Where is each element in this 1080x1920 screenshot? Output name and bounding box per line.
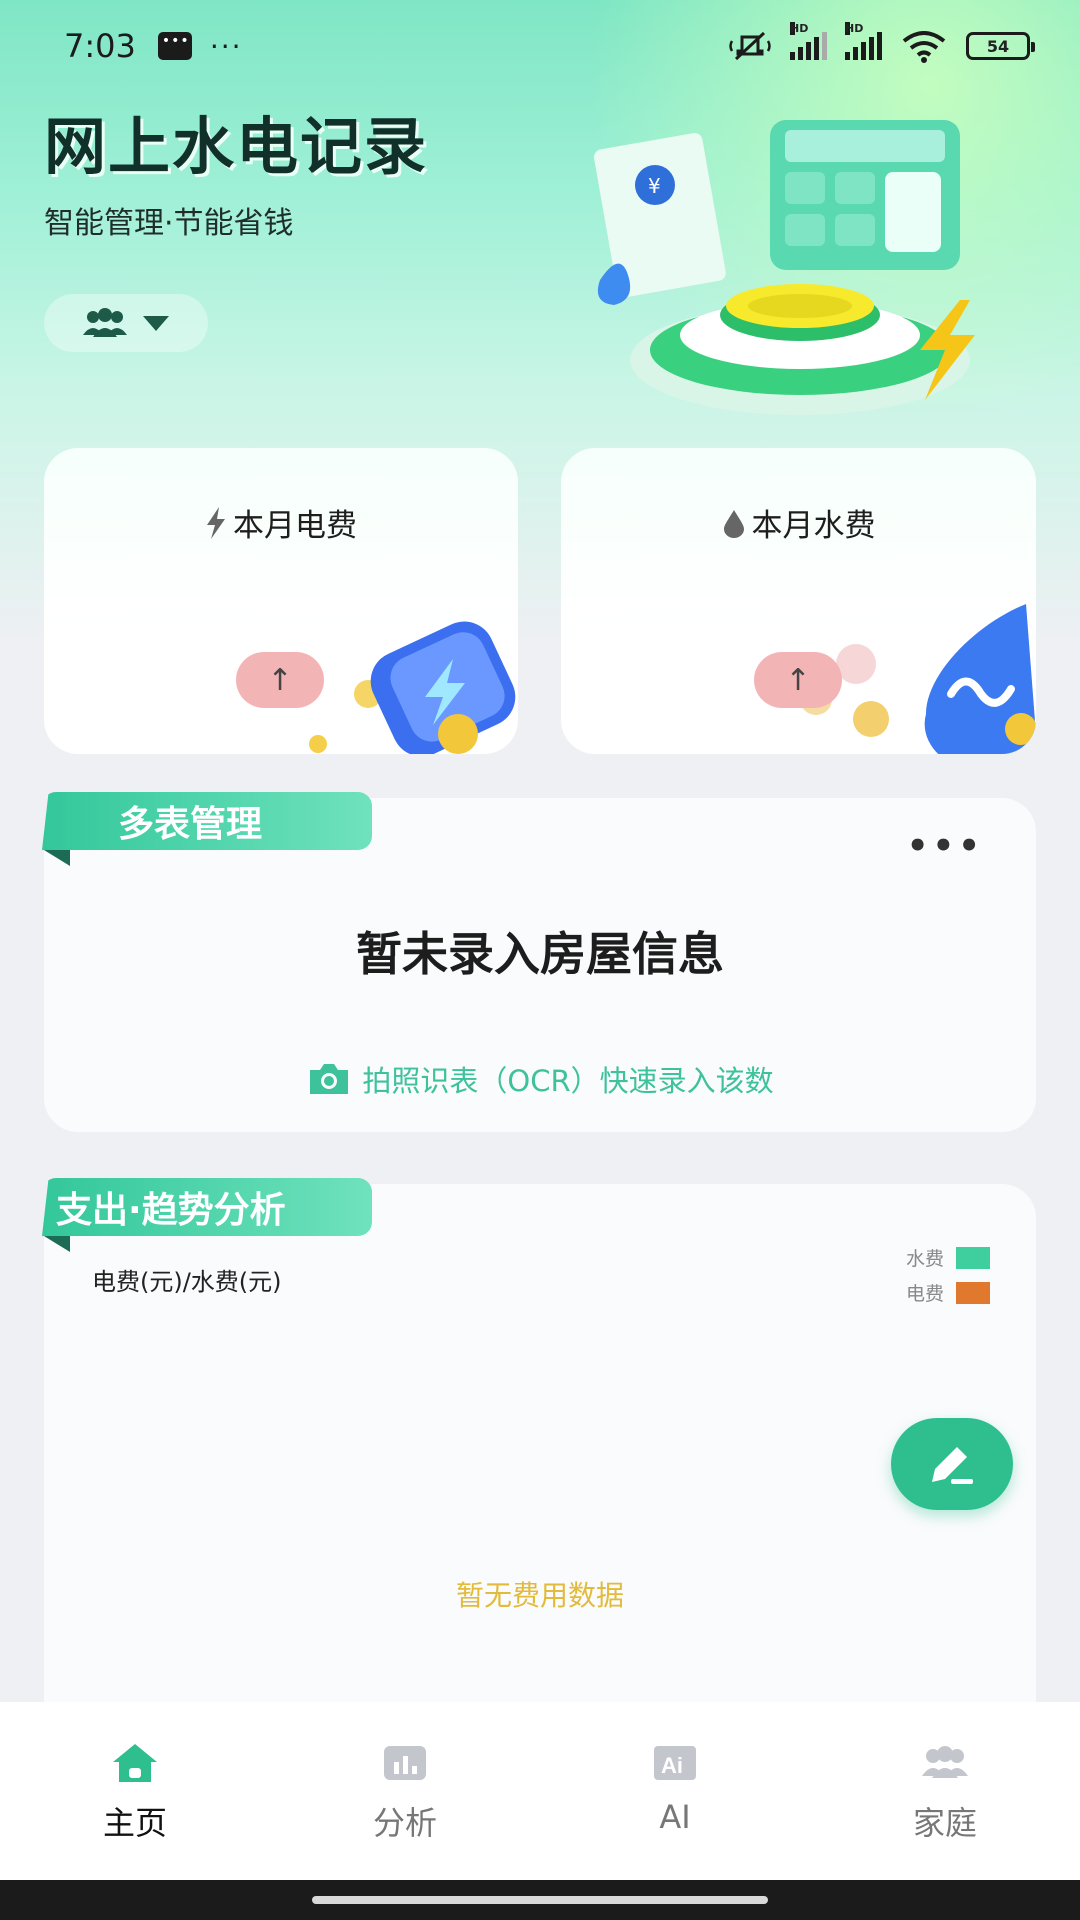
home-icon xyxy=(113,1744,157,1782)
meter-management-title: 多表管理 xyxy=(42,792,372,850)
family-selector-dropdown[interactable] xyxy=(44,294,208,352)
more-options-button[interactable]: ••• xyxy=(907,826,984,866)
legend-swatch-water xyxy=(956,1246,990,1269)
add-record-button[interactable] xyxy=(891,1418,1013,1510)
home-indicator[interactable] xyxy=(312,1896,768,1904)
no-data-message: 暂无费用数据 xyxy=(455,1579,624,1612)
chart-axis-label: 电费(元)/水费(元) xyxy=(92,1268,282,1296)
signal-2-icon: HD xyxy=(845,22,882,60)
battery-level: 54 xyxy=(986,36,1010,56)
signal-1-icon: HD xyxy=(790,22,827,60)
legend-label-water: 水费 xyxy=(905,1248,944,1270)
message-icon xyxy=(157,32,192,60)
bottom-tab-bar: 主页 分析 Ai AI 家庭 xyxy=(0,1702,1080,1880)
water-drop-icon xyxy=(723,509,744,538)
family-icon xyxy=(83,308,127,337)
tab-home-label: 主页 xyxy=(102,1804,167,1842)
tab-family-label: 家庭 xyxy=(912,1804,977,1842)
empty-house-message: 暂未录入房屋信息 xyxy=(356,927,724,981)
svg-text:Ai: Ai xyxy=(661,1753,683,1778)
status-bar: 7:03 ··· HD HD 54 xyxy=(0,0,1080,92)
chart-legend: 水费 电费 xyxy=(906,1244,990,1314)
system-navigation-bar xyxy=(0,1880,1080,1920)
electricity-card-title: 本月电费 xyxy=(233,508,357,544)
tab-home[interactable]: 主页 xyxy=(35,1742,235,1844)
family-icon xyxy=(922,1746,968,1778)
tab-family[interactable]: 家庭 xyxy=(845,1742,1045,1844)
ai-icon: Ai xyxy=(654,1746,696,1780)
mute-icon xyxy=(729,31,771,61)
tab-ai[interactable]: Ai AI xyxy=(575,1742,775,1836)
chevron-down-icon xyxy=(143,316,169,331)
water-card-header: 本月水费 xyxy=(561,500,1036,545)
ocr-entry-link[interactable]: 拍照识表（OCR）快速录入该数 xyxy=(44,1058,1036,1100)
legend-item-water[interactable]: 水费 xyxy=(906,1244,990,1271)
tab-analysis[interactable]: 分析 xyxy=(305,1742,505,1844)
legend-label-electricity: 电费 xyxy=(905,1283,944,1305)
electricity-trend-badge: ↑ xyxy=(236,652,324,708)
trend-analysis-title: 支出·趋势分析 xyxy=(42,1178,372,1236)
tab-ai-label: AI xyxy=(659,1798,691,1836)
water-card-title: 本月水费 xyxy=(751,508,876,544)
ocr-link-label: 拍照识表（OCR）快速录入该数 xyxy=(362,1064,774,1098)
water-trend-badge: ↑ xyxy=(754,652,842,708)
app-title: 网上水电记录 xyxy=(44,110,429,183)
electricity-card-header: 本月电费 xyxy=(44,500,518,545)
camera-icon xyxy=(310,1064,349,1094)
more-notifications-icon: ··· xyxy=(209,29,243,63)
wifi-icon xyxy=(902,31,946,63)
electricity-fee-card[interactable]: 本月电费 ↑ xyxy=(44,448,518,754)
tab-analysis-label: 分析 xyxy=(372,1804,437,1842)
status-time: 7:03 xyxy=(64,27,136,65)
trend-analysis-card: 支出·趋势分析 电费(元)/水费(元) 水费 电费 暂无费用数据 xyxy=(42,1178,1036,1744)
app-subtitle: 智能管理·节能省钱 xyxy=(44,206,294,241)
meter-management-card: 多表管理 ••• 暂未录入房屋信息 拍照识表（OCR）快速录入该数 xyxy=(42,792,1036,1132)
water-fee-card[interactable]: 本月水费 ↑ xyxy=(561,448,1036,754)
ribbon-fold xyxy=(44,1236,70,1252)
legend-swatch-electricity xyxy=(956,1281,990,1304)
edit-icon xyxy=(932,1447,973,1484)
ribbon-fold xyxy=(44,850,70,866)
chart-icon xyxy=(384,1746,426,1780)
lightning-icon xyxy=(207,506,225,539)
legend-item-electricity[interactable]: 电费 xyxy=(906,1279,990,1306)
svg-text:¥: ¥ xyxy=(648,174,661,198)
hero-illustration: ¥ xyxy=(593,120,975,415)
battery-icon: 54 xyxy=(966,32,1035,60)
